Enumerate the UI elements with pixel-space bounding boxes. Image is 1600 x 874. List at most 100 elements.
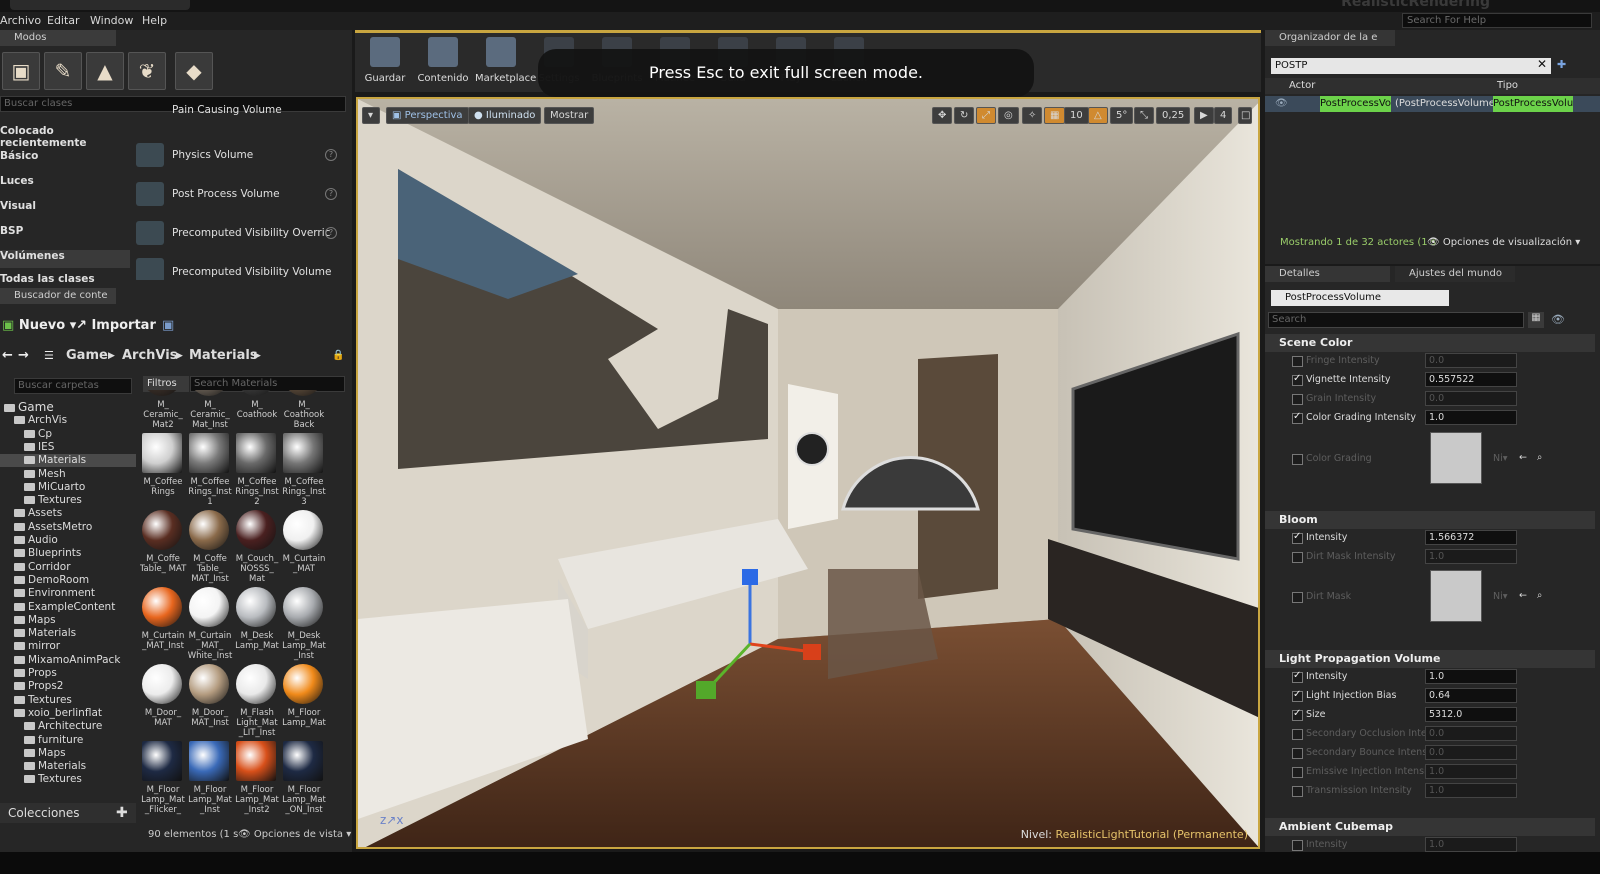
folder-tree-item[interactable]: DemoRoom bbox=[0, 574, 136, 587]
category-basic[interactable]: Básico bbox=[0, 150, 130, 162]
paint-mode-icon[interactable]: ✎ bbox=[44, 52, 82, 90]
asset-tile[interactable]: M_Coffe Table_ MAT_Inst bbox=[187, 510, 233, 586]
asset-tile[interactable]: M_Door_ MAT_Inst bbox=[187, 664, 233, 740]
asset-tile[interactable]: M_Couch_ NOSSS_ Mat bbox=[234, 510, 280, 586]
override-checkbox[interactable] bbox=[1292, 840, 1303, 851]
outliner-tab[interactable]: Organizador de la e bbox=[1265, 30, 1395, 46]
override-checkbox[interactable] bbox=[1292, 748, 1303, 759]
translate-tool-icon[interactable]: ✥ bbox=[932, 107, 953, 124]
place-item-physics-volume[interactable]: Physics Volume? bbox=[136, 137, 341, 173]
category-recent[interactable]: Colocado recientemente bbox=[0, 125, 130, 149]
asset-tile[interactable]: M_Curtain _MAT_Inst bbox=[140, 587, 186, 663]
level-viewport[interactable]: ▾ ▣ Perspectiva ● Iluminado Mostrar ✥ ↻ … bbox=[356, 97, 1260, 849]
folder-tree-item[interactable]: ArchVis bbox=[0, 414, 136, 427]
view-options-button[interactable]: 👁 Opciones de vista ▾ bbox=[238, 829, 351, 840]
new-button[interactable]: ▣ Nuevo ▾ bbox=[2, 318, 76, 333]
window-tab[interactable] bbox=[10, 0, 190, 10]
folder-tree-item[interactable]: MixamoAnimPack bbox=[0, 654, 136, 667]
asset-tile[interactable]: M_Desk Lamp_Mat bbox=[234, 587, 280, 663]
place-mode-icon[interactable]: ▣ bbox=[2, 52, 40, 90]
override-checkbox[interactable] bbox=[1292, 670, 1303, 683]
category-bsp[interactable]: BSP bbox=[0, 225, 130, 237]
property-value-input[interactable]: 1.566372 bbox=[1425, 530, 1517, 545]
asset-tile[interactable]: M_ Coathook bbox=[234, 390, 280, 432]
folder-tree-item[interactable]: Materials bbox=[0, 454, 136, 468]
outliner-row-postprocess[interactable]: 👁 PostProcessVo (PostProcessVolume) Post… bbox=[1265, 96, 1600, 112]
property-value-input[interactable]: 5312.0 bbox=[1425, 707, 1517, 722]
override-checkbox[interactable] bbox=[1292, 356, 1303, 367]
folder-search-input[interactable]: Buscar carpetas bbox=[14, 378, 132, 394]
folder-tree-item[interactable]: Assets bbox=[0, 507, 136, 520]
help-icon[interactable]: ? bbox=[325, 227, 337, 239]
property-value-input[interactable]: 1.0 bbox=[1425, 764, 1517, 779]
use-selected-icon[interactable]: ← bbox=[1519, 452, 1527, 463]
help-icon[interactable]: ? bbox=[325, 188, 337, 200]
menu-window[interactable]: Window bbox=[90, 14, 133, 27]
world-space-icon[interactable]: ◎ bbox=[998, 107, 1019, 124]
property-value-input[interactable]: 0.0 bbox=[1425, 353, 1517, 368]
property-value-input[interactable]: 1.0 bbox=[1425, 783, 1517, 798]
perspective-button[interactable]: ▣ Perspectiva bbox=[386, 107, 469, 124]
folder-tree-item[interactable]: Corridor bbox=[0, 561, 136, 574]
browse-icon[interactable]: ⌕ bbox=[1537, 590, 1542, 601]
override-checkbox[interactable] bbox=[1292, 531, 1303, 544]
asset-tile[interactable]: M_Desk Lamp_Mat _Inst bbox=[281, 587, 327, 663]
override-checkbox[interactable] bbox=[1292, 786, 1303, 797]
history-back-icon[interactable]: ← bbox=[2, 348, 13, 363]
category-lights[interactable]: Luces bbox=[0, 175, 130, 187]
property-value-input[interactable]: 0.0 bbox=[1425, 745, 1517, 760]
property-value-input[interactable]: 0.557522 bbox=[1425, 372, 1517, 387]
override-checkbox[interactable] bbox=[1292, 592, 1303, 603]
marketplace-button[interactable]: Marketplace bbox=[475, 37, 536, 91]
breadcrumb-archvis[interactable]: ArchVis bbox=[122, 348, 177, 363]
folder-tree-item[interactable]: Maps bbox=[0, 747, 136, 760]
place-item-precomputed-volume[interactable]: Precomputed Visibility Volume bbox=[136, 252, 341, 280]
menu-archivo[interactable]: Archivo bbox=[0, 14, 41, 27]
folder-tree-item[interactable]: Materials bbox=[0, 760, 136, 773]
folder-tree-item[interactable]: Blueprints bbox=[0, 547, 136, 560]
folder-tree-item[interactable]: Audio bbox=[0, 534, 136, 547]
property-value-input[interactable]: 0.0 bbox=[1425, 391, 1517, 406]
folder-tree-item[interactable]: MiCuarto bbox=[0, 481, 136, 494]
place-item-precomputed-override[interactable]: Precomputed Visibility Overric? bbox=[136, 215, 341, 251]
texture-picker-dropdown[interactable]: Ni▾ bbox=[1493, 453, 1508, 464]
browse-icon[interactable]: ⌕ bbox=[1537, 452, 1542, 463]
asset-tile[interactable]: M_Coffee Rings_Inst 3 bbox=[281, 433, 327, 509]
folder-tree-item[interactable]: Textures bbox=[0, 494, 136, 507]
asset-tile[interactable]: M_Coffee Rings_Inst 1 bbox=[187, 433, 233, 509]
folder-tree-item[interactable]: furniture bbox=[0, 734, 136, 747]
section-scene-color[interactable]: Scene Color bbox=[1265, 334, 1595, 352]
asset-tile[interactable]: M_Coffee Rings bbox=[140, 433, 186, 509]
asset-tile[interactable]: M_Floor Lamp_Mat _Inst2 bbox=[234, 741, 280, 817]
folder-tree-item[interactable]: IES bbox=[0, 441, 136, 454]
asset-tile[interactable]: M_Floor Lamp_Mat _Flicker_ bbox=[140, 741, 186, 817]
override-checkbox[interactable] bbox=[1292, 552, 1303, 563]
property-value-input[interactable]: 1.0 bbox=[1425, 669, 1517, 684]
help-search-input[interactable]: Search For Help bbox=[1402, 13, 1592, 28]
rotate-tool-icon[interactable]: ↻ bbox=[954, 107, 975, 124]
override-checkbox[interactable] bbox=[1292, 689, 1303, 702]
property-value-input[interactable]: 1.0 bbox=[1425, 549, 1517, 564]
folder-tree-item[interactable]: Textures bbox=[0, 773, 136, 786]
visibility-eye-icon[interactable]: 👁 bbox=[1275, 96, 1288, 112]
folder-tree-item[interactable]: mirror bbox=[0, 640, 136, 653]
folder-tree-item[interactable]: Mesh bbox=[0, 468, 136, 481]
lock-icon[interactable]: 🔒 bbox=[332, 350, 344, 361]
texture-picker-dropdown[interactable]: Ni▾ bbox=[1493, 591, 1508, 602]
use-selected-icon[interactable]: ← bbox=[1519, 590, 1527, 601]
menu-help[interactable]: Help bbox=[142, 14, 167, 27]
import-button[interactable]: ↗ Importar bbox=[76, 318, 156, 333]
property-value-input[interactable]: 1.0 bbox=[1425, 410, 1517, 425]
asset-tile[interactable]: M_Coffee Rings_Inst 2 bbox=[234, 433, 280, 509]
folder-tree-item[interactable]: AssetsMetro bbox=[0, 521, 136, 534]
property-value-input[interactable]: 0.0 bbox=[1425, 726, 1517, 741]
breadcrumb-materials[interactable]: Materials bbox=[189, 348, 258, 363]
override-checkbox[interactable] bbox=[1292, 708, 1303, 721]
maximize-viewport-icon[interactable]: □ bbox=[1238, 107, 1252, 124]
folder-tree-item[interactable]: Game bbox=[0, 401, 136, 414]
folder-tree-item[interactable]: ExampleContent bbox=[0, 601, 136, 614]
viewport-options-button[interactable]: ▾ bbox=[362, 107, 380, 124]
folder-tree-item[interactable]: Textures bbox=[0, 694, 136, 707]
section-ambient-cubemap[interactable]: Ambient Cubemap bbox=[1265, 818, 1595, 836]
camera-speed-icon[interactable]: ▶ bbox=[1194, 107, 1214, 124]
